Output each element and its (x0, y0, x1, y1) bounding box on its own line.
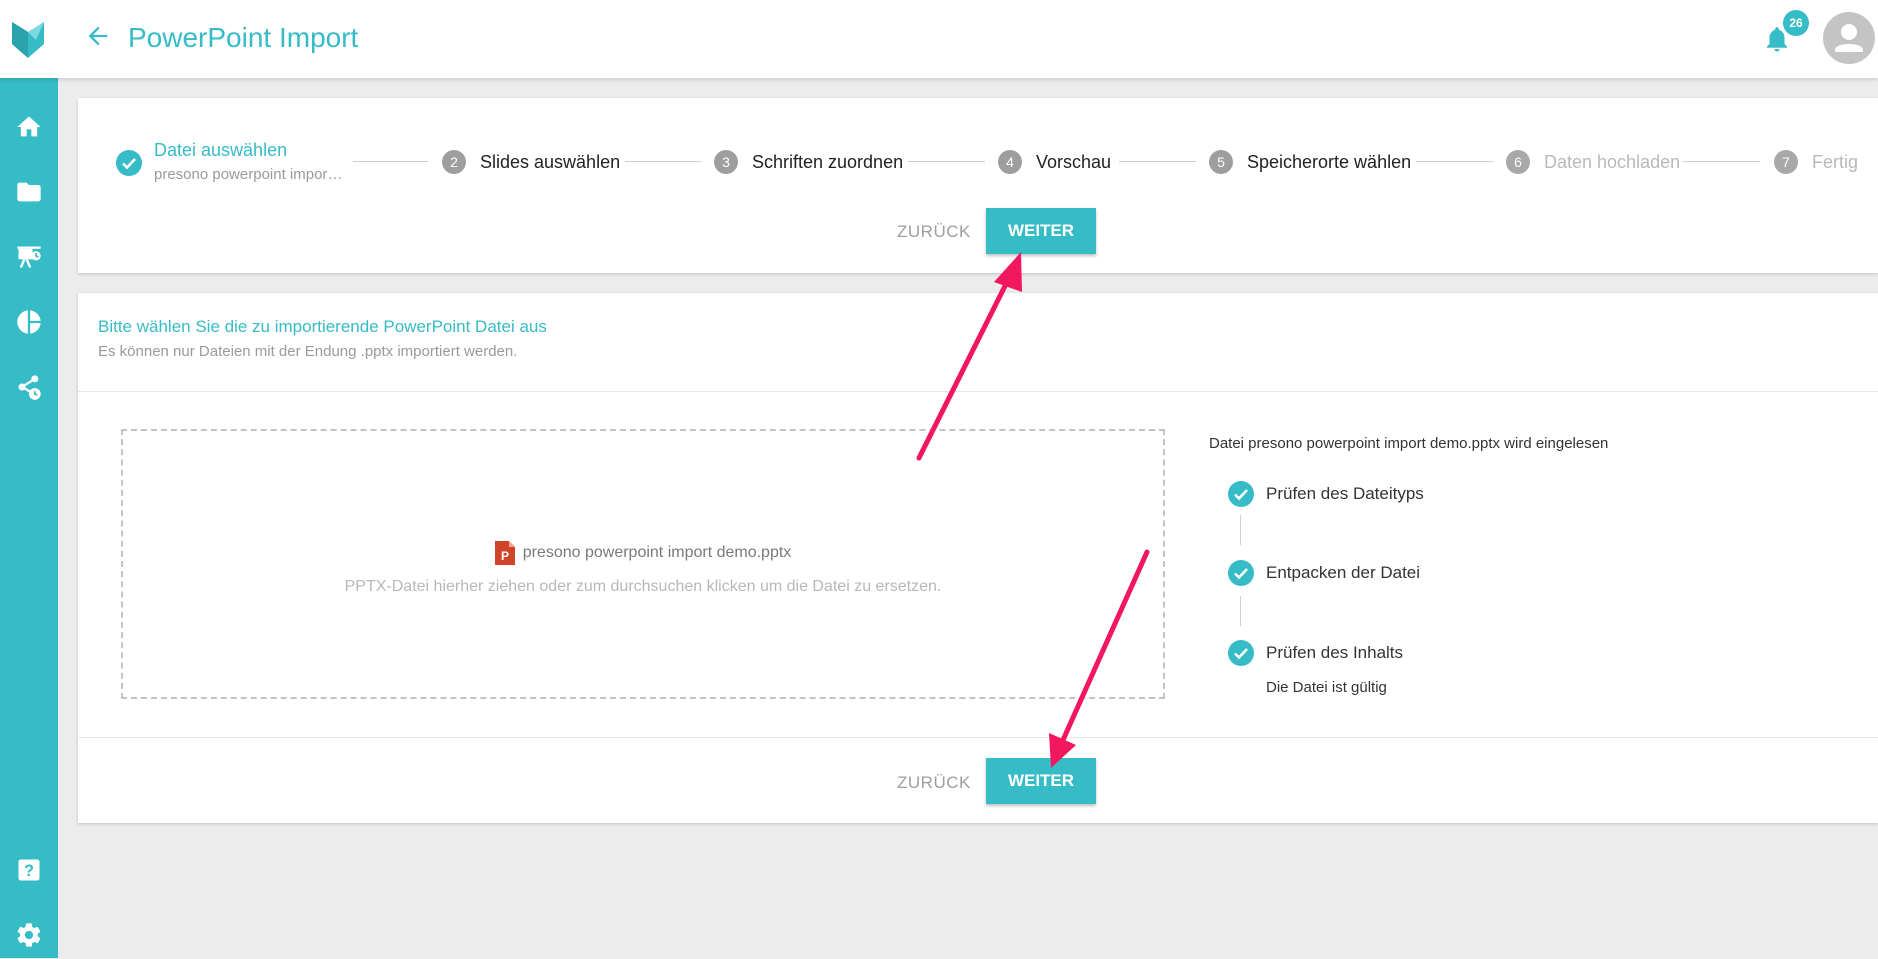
svg-text:P: P (501, 549, 509, 563)
step-3-assign-fonts[interactable]: 3 Schriften zuordnen (714, 150, 903, 174)
step-7-done: 7 Fertig (1774, 150, 1858, 174)
check-icon (1228, 560, 1254, 586)
next-button-top[interactable]: WEITER (986, 208, 1096, 254)
back-arrow-icon[interactable] (84, 22, 112, 50)
step-5-label: Speicherorte wählen (1247, 151, 1412, 172)
svg-text:?: ? (24, 862, 34, 880)
next-button-bottom[interactable]: WEITER (986, 758, 1096, 804)
sidebar-item-home[interactable] (0, 103, 58, 151)
step-connector (353, 161, 428, 162)
step-2-select-slides[interactable]: 2 Slides auswählen (442, 150, 620, 174)
pptx-file-icon: P (494, 541, 515, 565)
step-1-check-icon (116, 150, 142, 176)
help-icon: ? (18, 859, 40, 881)
step-4-number: 4 (998, 150, 1022, 174)
check-connector (1240, 596, 1241, 626)
step-6-number: 6 (1506, 150, 1530, 174)
sidebar-item-presentations[interactable] (0, 233, 58, 281)
top-bar: PowerPoint Import 26 (0, 0, 1878, 78)
upload-subtitle: Es können nur Dateien mit der Endung .pp… (98, 343, 518, 360)
sidebar-item-analytics[interactable] (0, 298, 58, 346)
check-connector (1240, 515, 1241, 545)
sidebar-item-settings[interactable] (0, 911, 58, 959)
share-clock-icon (18, 375, 41, 400)
upload-title: Bitte wählen Sie die zu importierende Po… (98, 317, 547, 336)
app-logo-icon[interactable] (8, 18, 48, 60)
back-button-bottom[interactable]: ZURÜCK (897, 773, 971, 793)
selected-file: P presono powerpoint import demo.pptx (123, 541, 1163, 565)
sidebar-item-share[interactable] (0, 363, 58, 411)
step-7-number: 7 (1774, 150, 1798, 174)
check-icon (1228, 640, 1254, 666)
step-connector (1416, 161, 1493, 162)
step-6-label: Daten hochladen (1544, 151, 1681, 172)
folder-icon (17, 182, 41, 202)
step-6-upload-data: 6 Daten hochladen (1506, 150, 1680, 174)
validation-result: Die Datei ist gültig (1266, 679, 1387, 696)
step-5-number: 5 (1209, 150, 1233, 174)
step-2-label: Slides auswählen (480, 151, 621, 172)
step-4-preview[interactable]: 4 Vorschau (998, 150, 1111, 174)
footer-divider (78, 737, 1878, 738)
step-connector (1683, 161, 1760, 162)
step-connector (625, 161, 701, 162)
presentation-icon (17, 246, 41, 268)
step-7-label: Fertig (1812, 151, 1859, 172)
step-1-sublabel: presono powerpoint import demo.pptx (154, 166, 344, 183)
step-1-label: Datei auswählen (154, 140, 288, 160)
sidebar-item-files[interactable] (0, 168, 58, 216)
selected-file-name: presono powerpoint import demo.pptx (522, 544, 792, 562)
user-avatar[interactable] (1823, 12, 1875, 64)
check-icon (1228, 481, 1254, 507)
sidebar: ? (0, 78, 58, 958)
gear-icon (17, 923, 41, 947)
dropzone-hint: PPTX-Datei hierher ziehen oder zum durch… (344, 578, 942, 595)
page-title: PowerPoint Import (128, 22, 359, 53)
step-connector (908, 161, 985, 162)
step-3-number: 3 (714, 150, 738, 174)
upload-card: Bitte wählen Sie die zu importierende Po… (78, 293, 1878, 823)
step-2-number: 2 (442, 150, 466, 174)
step-4-label: Vorschau (1036, 151, 1112, 172)
check-label: Prüfen des Dateityps (1266, 484, 1424, 503)
stepper-card: Datei auswählen presono powerpoint impor… (78, 98, 1878, 273)
section-divider (78, 391, 1878, 392)
user-icon (1835, 24, 1863, 52)
home-icon (17, 116, 41, 137)
step-5-storage-locations[interactable]: 5 Speicherorte wählen (1209, 150, 1411, 174)
back-button-top[interactable]: ZURÜCK (897, 222, 971, 242)
check-label: Entpacken der Datei (1266, 563, 1421, 582)
step-3-label: Schriften zuordnen (752, 151, 904, 172)
notification-count-badge: 26 (1783, 10, 1809, 36)
check-label: Prüfen des Inhalts (1266, 643, 1404, 662)
reading-status: Datei presono powerpoint import demo.ppt… (1209, 435, 1609, 452)
sidebar-item-help[interactable]: ? (0, 846, 58, 894)
pie-chart-icon (17, 310, 41, 334)
step-connector (1119, 161, 1196, 162)
file-dropzone[interactable]: P presono powerpoint import demo.pptx PP… (121, 429, 1165, 699)
